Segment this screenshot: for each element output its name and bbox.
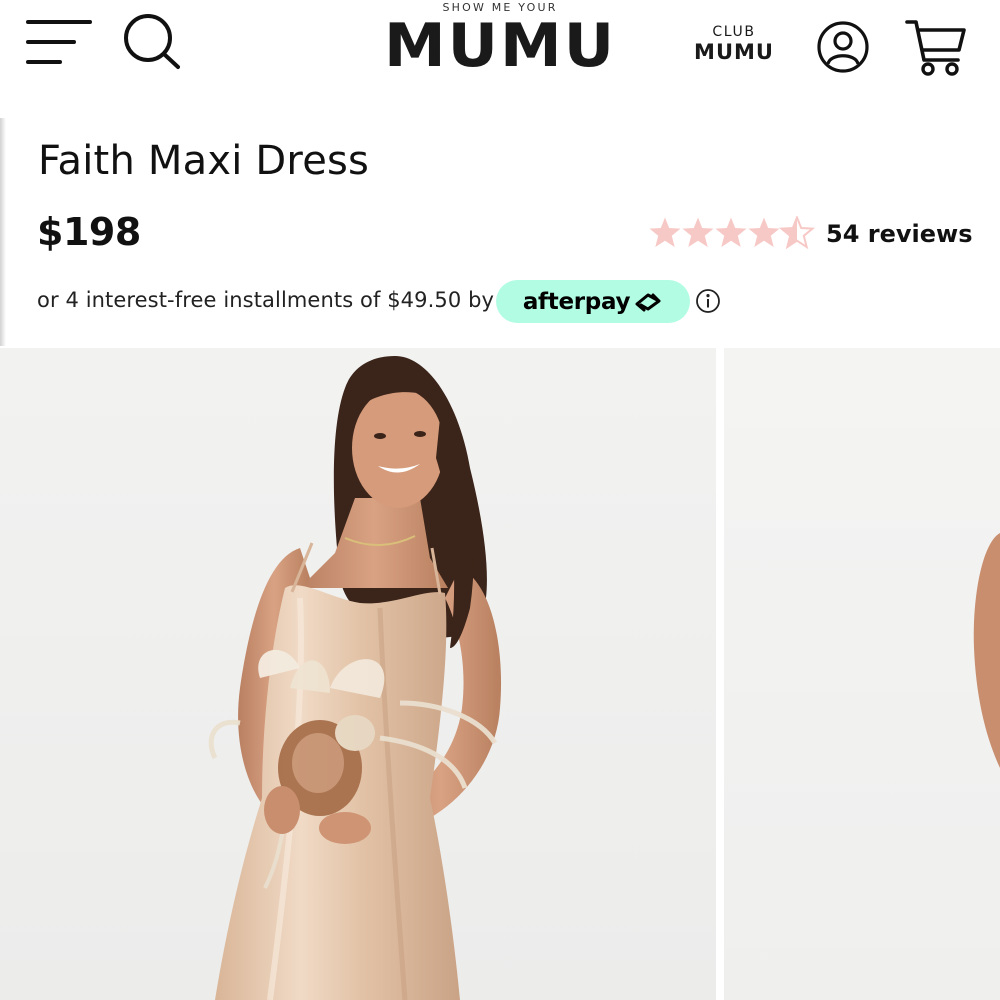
star-icon [682, 217, 714, 247]
shopping-cart-icon [905, 20, 966, 76]
product-price: $198 [37, 210, 141, 254]
hamburger-menu-icon [26, 20, 92, 64]
site-header: SHOW ME YOUR MUMU CLUB MUMU [0, 0, 1000, 100]
product-rating[interactable]: 54 reviews [648, 214, 978, 254]
afterpay-badge[interactable]: afterpay [496, 280, 690, 323]
club-label-bottom: MUMU [694, 40, 774, 64]
afterpay-info-button[interactable] [695, 288, 721, 314]
product-title: Faith Maxi Dress [38, 138, 370, 184]
brand-logo[interactable]: SHOW ME YOUR MUMU [380, 0, 620, 90]
afterpay-logo-icon [635, 293, 661, 311]
product-image-next[interactable] [724, 348, 1000, 1000]
search-button[interactable] [118, 8, 184, 74]
club-label-top: CLUB [712, 24, 756, 40]
product-page: SHOW ME YOUR MUMU CLUB MUMU Faith Maxi D [0, 0, 1000, 1000]
drawer-edge-shadow [0, 118, 6, 346]
logo-wordmark: MUMU [383, 10, 617, 81]
search-icon [124, 14, 180, 69]
model-photo-partial [973, 533, 1000, 768]
product-image-main[interactable] [0, 348, 716, 1000]
installment-text: or 4 interest-free installments of $49.5… [37, 288, 495, 312]
info-icon [696, 289, 720, 313]
star-icon [649, 217, 681, 247]
product-gallery[interactable] [0, 348, 1000, 1000]
star-icon [748, 217, 780, 247]
user-account-icon [817, 21, 869, 73]
menu-button[interactable] [22, 14, 98, 70]
cart-button[interactable] [904, 16, 968, 78]
afterpay-label: afterpay [522, 288, 631, 315]
account-button[interactable] [816, 20, 870, 74]
club-mumu-link[interactable]: CLUB MUMU [688, 24, 780, 70]
half-star-icon [780, 216, 814, 248]
rating-stars [649, 216, 814, 248]
reviews-link[interactable]: 54 reviews [826, 218, 972, 250]
model-photo [208, 356, 502, 1000]
star-icon [715, 217, 747, 247]
